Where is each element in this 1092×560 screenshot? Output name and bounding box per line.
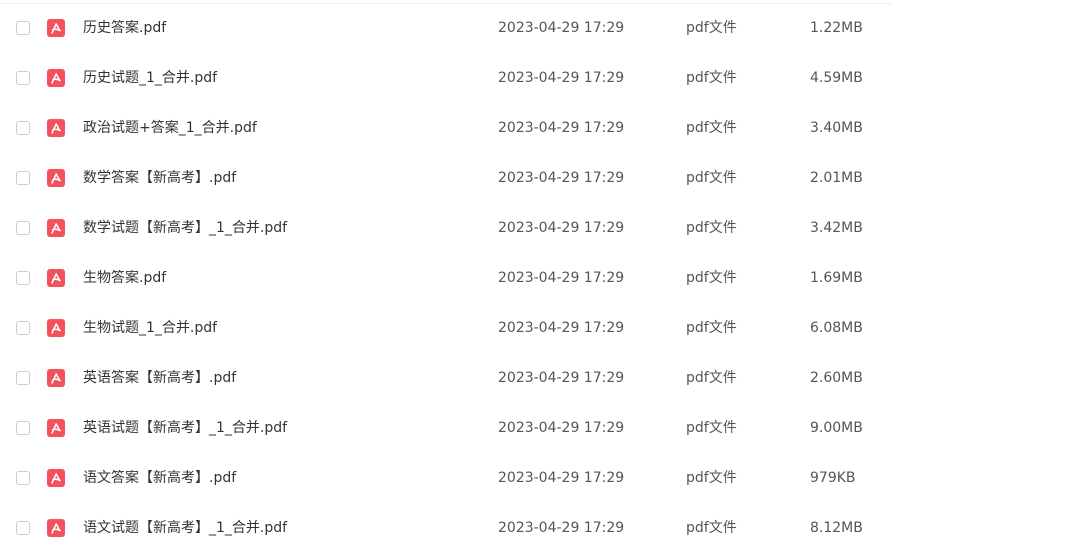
- file-row[interactable]: 语文答案【新高考】.pdf 2023-04-29 17:29 pdf文件 979…: [0, 454, 892, 504]
- file-size: 979KB: [810, 470, 856, 486]
- file-row[interactable]: 数学试题【新高考】_1_合并.pdf 2023-04-29 17:29 pdf文…: [0, 204, 892, 254]
- pdf-file-icon: [47, 219, 65, 237]
- file-modified-date: 2023-04-29 17:29: [498, 270, 625, 286]
- file-name[interactable]: 历史答案.pdf: [83, 19, 166, 37]
- file-size: 4.59MB: [810, 70, 863, 86]
- file-name[interactable]: 语文答案【新高考】.pdf: [83, 469, 236, 487]
- file-modified-date: 2023-04-29 17:29: [498, 520, 625, 536]
- row-checkbox[interactable]: [16, 221, 30, 235]
- file-row[interactable]: 英语答案【新高考】.pdf 2023-04-29 17:29 pdf文件 2.6…: [0, 354, 892, 404]
- file-type: pdf文件: [686, 120, 737, 136]
- file-row[interactable]: 政治试题+答案_1_合并.pdf 2023-04-29 17:29 pdf文件 …: [0, 104, 892, 154]
- pdf-file-icon: [47, 519, 65, 537]
- file-modified-date: 2023-04-29 17:29: [498, 170, 625, 186]
- file-modified-date: 2023-04-29 17:29: [498, 370, 625, 386]
- file-size: 6.08MB: [810, 320, 863, 336]
- file-name[interactable]: 历史试题_1_合并.pdf: [83, 69, 217, 87]
- pdf-file-icon: [47, 269, 65, 287]
- file-type: pdf文件: [686, 470, 737, 486]
- file-row[interactable]: 英语试题【新高考】_1_合并.pdf 2023-04-29 17:29 pdf文…: [0, 404, 892, 454]
- file-type: pdf文件: [686, 20, 737, 36]
- file-modified-date: 2023-04-29 17:29: [498, 120, 625, 136]
- row-checkbox[interactable]: [16, 321, 30, 335]
- file-name[interactable]: 数学试题【新高考】_1_合并.pdf: [83, 219, 287, 237]
- row-checkbox[interactable]: [16, 21, 30, 35]
- file-row[interactable]: 历史答案.pdf 2023-04-29 17:29 pdf文件 1.22MB: [0, 4, 892, 54]
- file-size: 9.00MB: [810, 420, 863, 436]
- pdf-file-icon: [47, 169, 65, 187]
- file-type: pdf文件: [686, 220, 737, 236]
- file-name[interactable]: 生物答案.pdf: [83, 269, 166, 287]
- file-type: pdf文件: [686, 420, 737, 436]
- file-size: 2.01MB: [810, 170, 863, 186]
- row-checkbox[interactable]: [16, 421, 30, 435]
- file-name[interactable]: 数学答案【新高考】.pdf: [83, 169, 236, 187]
- pdf-file-icon: [47, 69, 65, 87]
- file-name[interactable]: 英语答案【新高考】.pdf: [83, 369, 236, 387]
- row-checkbox[interactable]: [16, 371, 30, 385]
- pdf-file-icon: [47, 319, 65, 337]
- file-row[interactable]: 数学答案【新高考】.pdf 2023-04-29 17:29 pdf文件 2.0…: [0, 154, 892, 204]
- file-type: pdf文件: [686, 70, 737, 86]
- row-checkbox[interactable]: [16, 521, 30, 535]
- row-checkbox[interactable]: [16, 71, 30, 85]
- file-modified-date: 2023-04-29 17:29: [498, 420, 625, 436]
- file-size: 3.40MB: [810, 120, 863, 136]
- row-checkbox[interactable]: [16, 171, 30, 185]
- file-size: 3.42MB: [810, 220, 863, 236]
- file-row[interactable]: 历史试题_1_合并.pdf 2023-04-29 17:29 pdf文件 4.5…: [0, 54, 892, 104]
- file-size: 1.69MB: [810, 270, 863, 286]
- row-checkbox[interactable]: [16, 471, 30, 485]
- file-row[interactable]: 生物试题_1_合并.pdf 2023-04-29 17:29 pdf文件 6.0…: [0, 304, 892, 354]
- file-row[interactable]: 生物答案.pdf 2023-04-29 17:29 pdf文件 1.69MB: [0, 254, 892, 304]
- pdf-file-icon: [47, 119, 65, 137]
- file-size: 2.60MB: [810, 370, 863, 386]
- file-type: pdf文件: [686, 320, 737, 336]
- file-name[interactable]: 英语试题【新高考】_1_合并.pdf: [83, 419, 287, 437]
- file-modified-date: 2023-04-29 17:29: [498, 70, 625, 86]
- pdf-file-icon: [47, 19, 65, 37]
- pdf-file-icon: [47, 419, 65, 437]
- row-checkbox[interactable]: [16, 121, 30, 135]
- file-size: 8.12MB: [810, 520, 863, 536]
- file-name[interactable]: 政治试题+答案_1_合并.pdf: [83, 119, 257, 137]
- file-type: pdf文件: [686, 170, 737, 186]
- file-name[interactable]: 生物试题_1_合并.pdf: [83, 319, 217, 337]
- file-name[interactable]: 语文试题【新高考】_1_合并.pdf: [83, 519, 287, 537]
- file-size: 1.22MB: [810, 20, 863, 36]
- file-modified-date: 2023-04-29 17:29: [498, 320, 625, 336]
- file-modified-date: 2023-04-29 17:29: [498, 470, 625, 486]
- file-type: pdf文件: [686, 270, 737, 286]
- file-type: pdf文件: [686, 370, 737, 386]
- file-row[interactable]: 语文试题【新高考】_1_合并.pdf 2023-04-29 17:29 pdf文…: [0, 504, 892, 554]
- row-checkbox[interactable]: [16, 271, 30, 285]
- file-modified-date: 2023-04-29 17:29: [498, 20, 625, 36]
- pdf-file-icon: [47, 469, 65, 487]
- pdf-file-icon: [47, 369, 65, 387]
- file-modified-date: 2023-04-29 17:29: [498, 220, 625, 236]
- file-type: pdf文件: [686, 520, 737, 536]
